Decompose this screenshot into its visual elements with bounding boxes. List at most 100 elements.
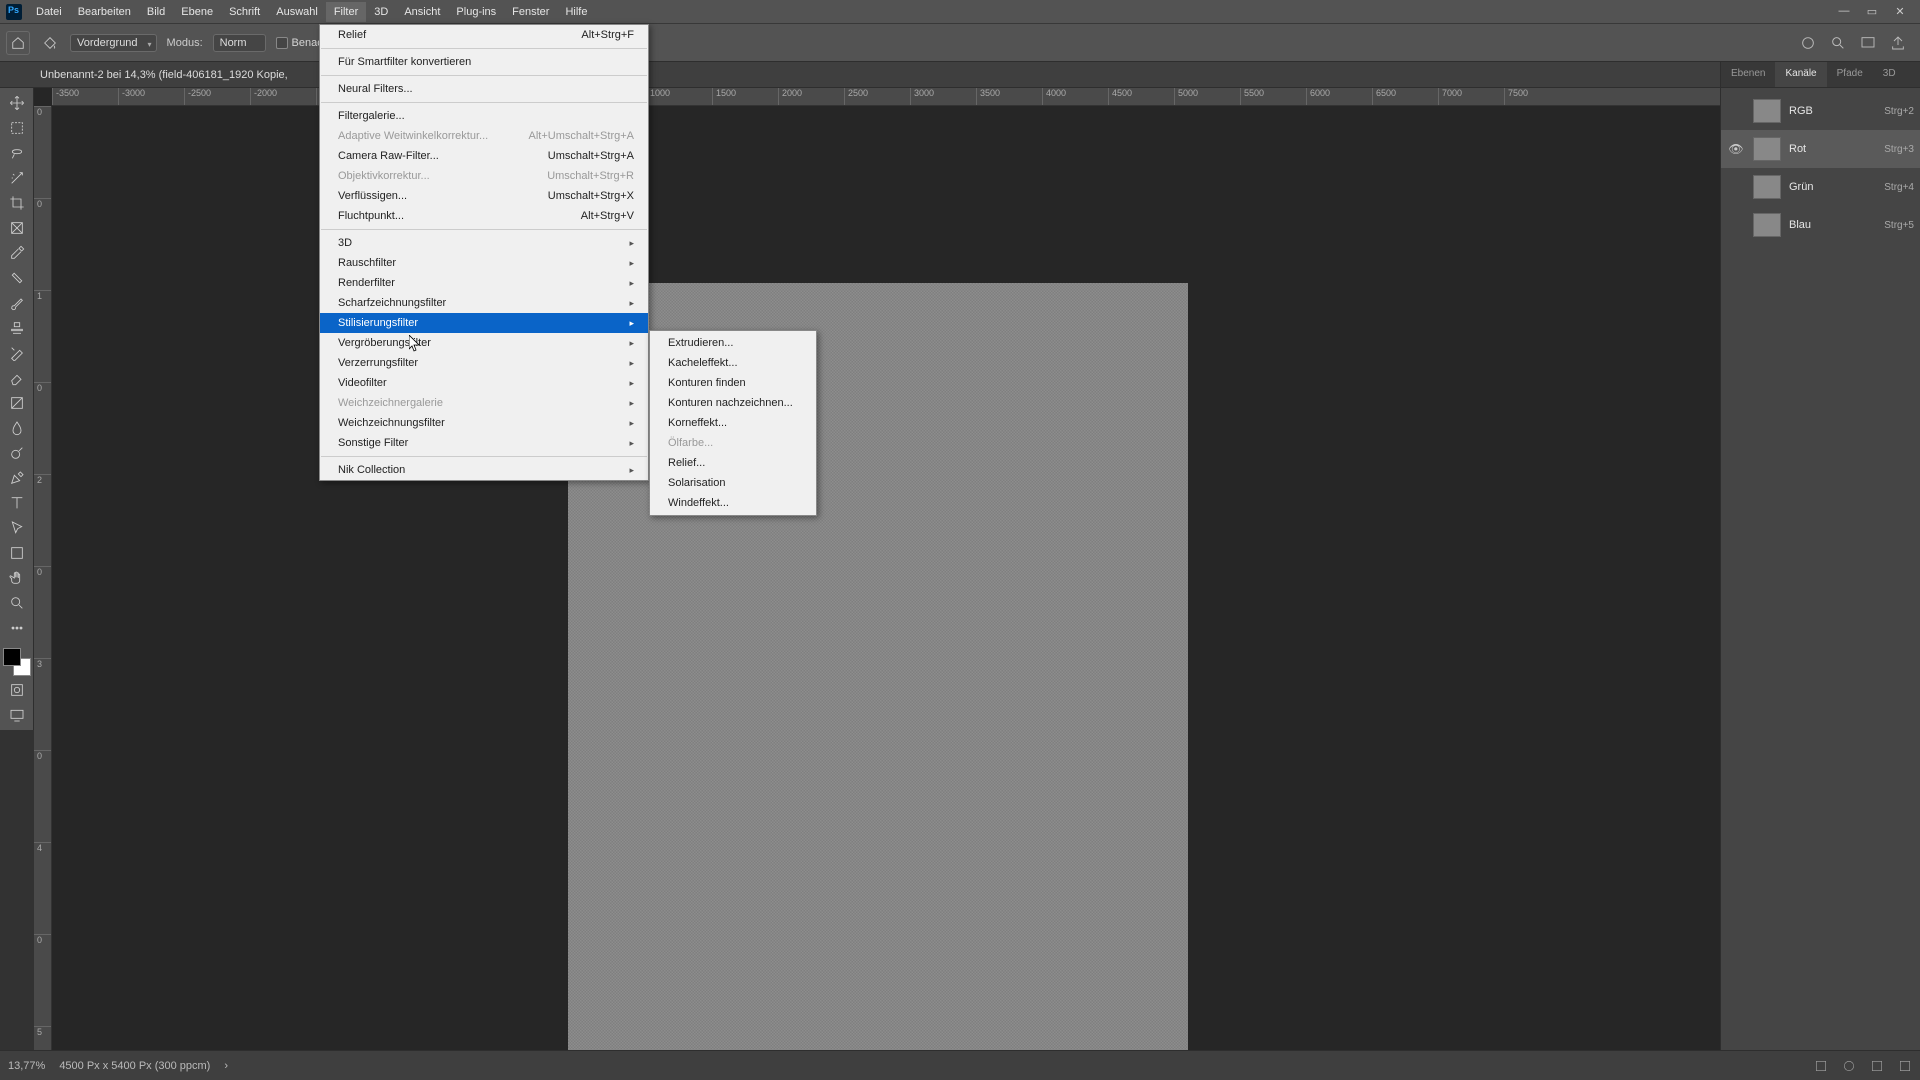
ruler-vertical[interactable]: 00102030405 xyxy=(34,106,52,1050)
share-icon[interactable] xyxy=(1890,35,1906,51)
filter-liquify[interactable]: Verflüssigen... Umschalt+Strg+X xyxy=(320,186,648,206)
lasso-tool[interactable] xyxy=(3,142,31,164)
menu-auswahl[interactable]: Auswahl xyxy=(268,2,326,22)
tab-3d[interactable]: 3D xyxy=(1873,62,1906,87)
submenu-arrow-icon: ▸ xyxy=(629,418,634,429)
menu-datei[interactable]: Datei xyxy=(28,2,70,22)
stamp-tool[interactable] xyxy=(3,317,31,339)
filter-sub-sonstigefilter[interactable]: Sonstige Filter▸ xyxy=(320,433,648,453)
heal-tool[interactable] xyxy=(3,267,31,289)
status-icon-3[interactable] xyxy=(1870,1059,1884,1073)
stylize-konturenfinden[interactable]: Konturen finden xyxy=(650,373,816,393)
filter-vanish[interactable]: Fluchtpunkt... Alt+Strg+V xyxy=(320,206,648,226)
stylize-konturennachzeichnen[interactable]: Konturen nachzeichnen... xyxy=(650,393,816,413)
search-icon[interactable] xyxy=(1830,35,1846,51)
frame-tool[interactable] xyxy=(3,217,31,239)
stylize-korneffekt[interactable]: Korneffekt... xyxy=(650,413,816,433)
filter-sub-weichzeichnergalerie[interactable]: Weichzeichnergalerie▸ xyxy=(320,393,648,413)
tab-ebenen[interactable]: Ebenen xyxy=(1721,62,1775,87)
channel-row-rot[interactable]: 👁 Rot Strg+3 xyxy=(1721,130,1920,168)
ruler-horizontal[interactable]: -3500-3000-2500-2000-1500-1000-500050010… xyxy=(52,88,1720,106)
filter-last[interactable]: Relief Alt+Strg+F xyxy=(320,25,648,45)
filter-sub-rauschfilter[interactable]: Rauschfilter▸ xyxy=(320,253,648,273)
foreground-color-swatch[interactable] xyxy=(3,648,21,666)
cloud-docs-icon[interactable] xyxy=(1800,35,1816,51)
stylize-solarisation[interactable]: Solarisation xyxy=(650,473,816,493)
status-icon-2[interactable] xyxy=(1842,1059,1856,1073)
document-tab[interactable]: Unbenannt-2 bei 14,3% (field-406181_1920… xyxy=(40,69,288,81)
menu-3d[interactable]: 3D xyxy=(366,2,396,22)
filter-sub-stilisierungsfilter[interactable]: Stilisierungsfilter▸ xyxy=(320,313,648,333)
filter-sub-3d[interactable]: 3D▸ xyxy=(320,233,648,253)
crop-tool[interactable] xyxy=(3,192,31,214)
zoom-level[interactable]: 13,77% xyxy=(8,1060,45,1072)
menu-schrift[interactable]: Schrift xyxy=(221,2,268,22)
type-tool[interactable] xyxy=(3,492,31,514)
edit-toolbar[interactable] xyxy=(3,617,31,639)
filter-sub-renderfilter[interactable]: Renderfilter▸ xyxy=(320,273,648,293)
zoom-tool[interactable] xyxy=(3,592,31,614)
marquee-tool[interactable] xyxy=(3,117,31,139)
gradient-tool[interactable] xyxy=(3,392,31,414)
eyedropper-tool[interactable] xyxy=(3,242,31,264)
pen-tool[interactable] xyxy=(3,467,31,489)
brush-tool[interactable] xyxy=(3,292,31,314)
home-button[interactable] xyxy=(6,31,30,55)
filter-sub-weichzeichnungsfilter[interactable]: Weichzeichnungsfilter▸ xyxy=(320,413,648,433)
screen-mode-tool[interactable] xyxy=(3,704,31,726)
filter-neural[interactable]: Neural Filters... xyxy=(320,79,648,99)
mode-select[interactable]: Norm xyxy=(213,34,266,52)
filter-nik[interactable]: Nik Collection ▸ xyxy=(320,460,648,480)
menu-fenster[interactable]: Fenster xyxy=(504,2,557,22)
stylize-lfarbe[interactable]: Ölfarbe... xyxy=(650,433,816,453)
tool-preset-icon[interactable] xyxy=(40,33,60,53)
menu-plugins[interactable]: Plug-ins xyxy=(448,2,504,22)
ruler-tick: 0 xyxy=(34,106,51,198)
tab-pfade[interactable]: Pfade xyxy=(1827,62,1873,87)
history-brush-tool[interactable] xyxy=(3,342,31,364)
filter-sub-scharfzeichnungsfilter[interactable]: Scharfzeichnungsfilter▸ xyxy=(320,293,648,313)
visibility-icon[interactable]: 👁 xyxy=(1727,142,1745,156)
stylize-extrudieren[interactable]: Extrudieren... xyxy=(650,333,816,353)
menu-bild[interactable]: Bild xyxy=(139,2,173,22)
channel-row-rgb[interactable]: RGB Strg+2 xyxy=(1721,92,1920,130)
filter-sub-vergrberungsfilter[interactable]: Vergröberungsfilter▸ xyxy=(320,333,648,353)
filter-wideangle[interactable]: Adaptive Weitwinkelkorrektur... Alt+Umsc… xyxy=(320,126,648,146)
color-swatches[interactable] xyxy=(3,648,31,676)
channel-row-grün[interactable]: Grün Strg+4 xyxy=(1721,168,1920,206)
wand-tool[interactable] xyxy=(3,167,31,189)
status-arrow-icon[interactable]: › xyxy=(224,1060,228,1072)
status-icon-4[interactable] xyxy=(1898,1059,1912,1073)
dodge-tool[interactable] xyxy=(3,442,31,464)
hand-tool[interactable] xyxy=(3,567,31,589)
filter-sub-verzerrungsfilter[interactable]: Verzerrungsfilter▸ xyxy=(320,353,648,373)
window-close-icon[interactable]: ✕ xyxy=(1890,5,1910,18)
eraser-tool[interactable] xyxy=(3,367,31,389)
stylize-windeffekt[interactable]: Windeffekt... xyxy=(650,493,816,513)
filter-gallery[interactable]: Filtergalerie... xyxy=(320,106,648,126)
channel-row-blau[interactable]: Blau Strg+5 xyxy=(1721,206,1920,244)
window-minimize-icon[interactable]: — xyxy=(1834,5,1854,18)
filter-cameraraw[interactable]: Camera Raw-Filter... Umschalt+Strg+A xyxy=(320,146,648,166)
menu-hilfe[interactable]: Hilfe xyxy=(557,2,595,22)
menu-filter[interactable]: Filter xyxy=(326,2,366,22)
tab-kanaele[interactable]: Kanäle xyxy=(1775,62,1826,87)
menu-ansicht[interactable]: Ansicht xyxy=(396,2,448,22)
stylize-relief[interactable]: Relief... xyxy=(650,453,816,473)
quickmask-tool[interactable] xyxy=(3,679,31,701)
blur-tool[interactable] xyxy=(3,417,31,439)
filter-lens[interactable]: Objektivkorrektur... Umschalt+Strg+R xyxy=(320,166,648,186)
path-select-tool[interactable] xyxy=(3,517,31,539)
shape-tool[interactable] xyxy=(3,542,31,564)
filter-smart[interactable]: Für Smartfilter konvertieren xyxy=(320,52,648,72)
workspace-icon[interactable] xyxy=(1860,35,1876,51)
fill-source-select[interactable]: Vordergrund ▾ xyxy=(70,34,157,52)
stylize-kacheleffekt[interactable]: Kacheleffekt... xyxy=(650,353,816,373)
status-icon-1[interactable] xyxy=(1814,1059,1828,1073)
document-dimensions[interactable]: 4500 Px x 5400 Px (300 ppcm) xyxy=(59,1060,210,1072)
window-restore-icon[interactable]: ▭ xyxy=(1862,5,1882,18)
menu-bearbeiten[interactable]: Bearbeiten xyxy=(70,2,139,22)
move-tool[interactable] xyxy=(3,92,31,114)
filter-sub-videofilter[interactable]: Videofilter▸ xyxy=(320,373,648,393)
menu-ebene[interactable]: Ebene xyxy=(173,2,221,22)
